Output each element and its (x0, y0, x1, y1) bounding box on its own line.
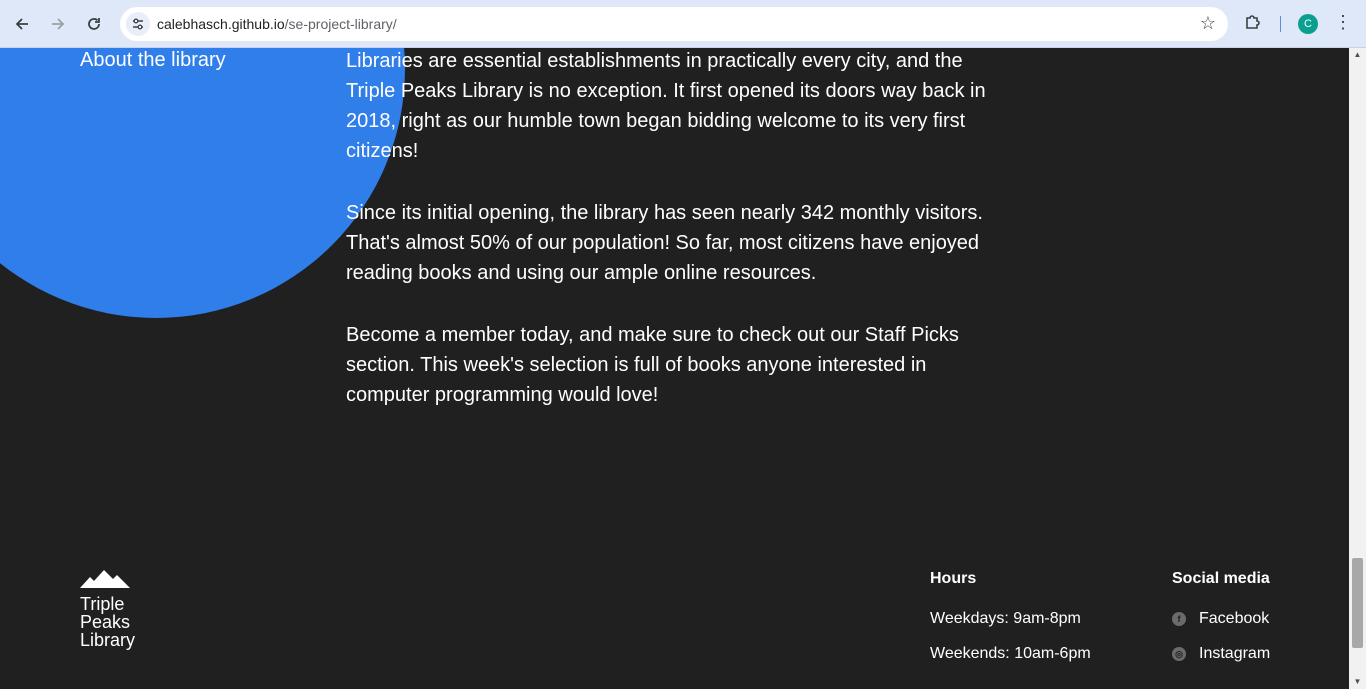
browser-toolbar: calebhasch.github.io/se-project-library/… (0, 0, 1366, 48)
browser-menu-button[interactable]: ⋮ (1334, 12, 1352, 33)
back-button[interactable] (8, 10, 36, 38)
star-icon: ☆ (1199, 13, 1216, 33)
weekdays-hours: Weekdays: 9am-8pm (930, 610, 1081, 627)
weekends-hours: Weekends: 10am-6pm (930, 645, 1091, 662)
kebab-icon: ⋮ (1334, 12, 1352, 32)
about-paragraph: Libraries are essential establishments i… (346, 50, 986, 162)
address-bar[interactable]: calebhasch.github.io/se-project-library/… (120, 7, 1228, 41)
reload-icon (88, 18, 100, 30)
vertical-scrollbar[interactable]: ▲ ▼ (1349, 48, 1366, 689)
puzzle-icon (1246, 15, 1260, 29)
profile-avatar[interactable]: C (1298, 14, 1318, 34)
scrollbar-thumb[interactable] (1352, 558, 1363, 648)
reload-button[interactable] (80, 10, 108, 38)
footer-hours: Hours Weekdays: 9am-8pm Weekends: 10am-6… (930, 570, 1091, 680)
social-title: Social media (1172, 570, 1270, 587)
footer-social: Social media f Facebook ◎ Instagram (1172, 570, 1270, 680)
footer-logo[interactable]: Triple Peaks Library (80, 570, 135, 649)
instagram-label: Instagram (1199, 645, 1271, 662)
scroll-down-arrow-icon[interactable]: ▼ (1349, 675, 1366, 689)
section-title: About the library (80, 49, 226, 71)
site-info-button[interactable] (126, 12, 150, 36)
logo-line: Peaks (80, 612, 131, 632)
extensions-button[interactable] (1243, 12, 1263, 37)
url-text: calebhasch.github.io/se-project-library/ (157, 16, 397, 32)
about-paragraph: Since its initial opening, the library h… (346, 202, 983, 284)
instagram-icon: ◎ (1172, 647, 1186, 661)
decorative-circle (0, 48, 405, 318)
page-content: About the library Libraries are essentia… (0, 48, 1349, 689)
logo-text: Triple Peaks Library (80, 595, 135, 649)
toolbar-divider (1280, 16, 1281, 32)
facebook-icon: f (1172, 612, 1186, 626)
scroll-up-arrow-icon[interactable]: ▲ (1349, 48, 1366, 62)
mountain-logo-icon (80, 570, 130, 588)
logo-line: Library (80, 630, 136, 650)
facebook-link[interactable]: f Facebook (1172, 610, 1270, 628)
tune-icon (133, 18, 143, 30)
instagram-link[interactable]: ◎ Instagram (1172, 645, 1270, 663)
about-paragraph: Become a member today, and make sure to … (346, 324, 959, 406)
facebook-label: Facebook (1199, 610, 1270, 627)
about-text: Libraries are essential establishments i… (346, 48, 996, 442)
forward-button[interactable] (44, 10, 72, 38)
url-host: calebhasch.github.io (157, 16, 285, 32)
bookmark-button[interactable]: ☆ (1200, 13, 1216, 34)
logo-line: Triple (80, 594, 125, 614)
arrow-right-icon (52, 18, 65, 30)
hours-title: Hours (930, 570, 977, 587)
arrow-left-icon (15, 18, 28, 30)
url-path: /se-project-library/ (284, 16, 397, 32)
